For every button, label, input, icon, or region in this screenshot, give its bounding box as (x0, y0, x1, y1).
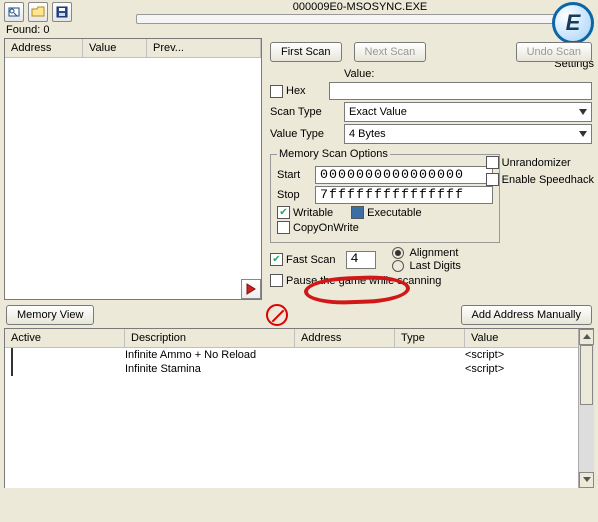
row-value: <script> (465, 363, 594, 375)
scan-type-combo[interactable]: Exact Value (344, 102, 592, 122)
speedhack-checkbox[interactable]: Enable Speedhack (486, 173, 594, 186)
writable-checkbox[interactable]: ✔Writable (277, 206, 333, 219)
scroll-up-icon[interactable] (579, 329, 594, 345)
fast-scan-value[interactable] (346, 251, 376, 269)
results-list[interactable]: Address Value Prev... (4, 38, 262, 300)
row-value: <script> (465, 349, 594, 361)
scan-type-label: Scan Type (270, 106, 340, 118)
scroll-down-icon[interactable] (579, 472, 594, 488)
scan-value-input[interactable] (329, 82, 592, 100)
add-address-manual-button[interactable]: Add Address Manually (461, 305, 592, 325)
table-row[interactable]: Infinite Ammo + No Reload <script> (5, 348, 594, 362)
add-to-list-icon[interactable] (241, 279, 261, 299)
scrollbar-vertical[interactable] (578, 329, 594, 488)
row-desc: Infinite Stamina (125, 363, 295, 375)
open-process-icon[interactable] (4, 2, 24, 22)
row-type (395, 363, 465, 375)
col-value[interactable]: Value (465, 329, 594, 347)
unrandomizer-checkbox[interactable]: Unrandomizer (486, 156, 594, 169)
mem-start-input[interactable] (315, 166, 493, 184)
fast-scan-checkbox[interactable]: ✔Fast Scan (270, 253, 336, 266)
next-scan-button: Next Scan (354, 42, 427, 62)
executable-checkbox[interactable]: Executable (351, 206, 421, 219)
progress-bar (136, 14, 584, 24)
last-digits-radio[interactable]: Last Digits (392, 260, 461, 272)
value-type-label: Value Type (270, 128, 340, 140)
scroll-thumb[interactable] (580, 345, 593, 405)
results-header: Address Value Prev... (5, 39, 261, 58)
active-checkbox[interactable] (11, 362, 13, 376)
undo-scan-button: Undo Scan (516, 42, 592, 62)
col-prev[interactable]: Prev... (147, 39, 261, 57)
row-addr (295, 349, 395, 361)
found-count: Found: 0 (0, 24, 598, 36)
pause-checkbox[interactable]: Pause the game while scanning (270, 274, 441, 287)
col-value[interactable]: Value (83, 39, 147, 57)
col-desc[interactable]: Description (125, 329, 295, 347)
process-title: 000009E0-MSOSYNC.EXE (136, 1, 584, 14)
cheat-table[interactable]: Active Description Address Type Value In… (4, 328, 594, 488)
row-addr (295, 363, 395, 375)
clear-list-icon[interactable] (266, 304, 288, 326)
col-active[interactable]: Active (5, 329, 125, 347)
alignment-radio[interactable]: Alignment (392, 247, 461, 259)
memory-scan-options: Memory Scan Options Start Stop ✔Writable… (270, 148, 500, 243)
col-address[interactable]: Address (5, 39, 83, 57)
memory-view-button[interactable]: Memory View (6, 305, 94, 325)
first-scan-button[interactable]: First Scan (270, 42, 342, 62)
col-type[interactable]: Type (395, 329, 465, 347)
row-type (395, 349, 465, 361)
active-checkbox[interactable] (11, 348, 13, 362)
mem-stop-input[interactable] (315, 186, 493, 204)
save-icon[interactable] (52, 2, 72, 22)
open-file-icon[interactable] (28, 2, 48, 22)
value-type-combo[interactable]: 4 Bytes (344, 124, 592, 144)
copyonwrite-checkbox[interactable]: CopyOnWrite (277, 221, 359, 234)
cheat-table-header: Active Description Address Type Value (5, 329, 594, 348)
col-addr[interactable]: Address (295, 329, 395, 347)
row-desc: Infinite Ammo + No Reload (125, 349, 295, 361)
hex-checkbox[interactable]: Hex (270, 85, 325, 98)
table-row[interactable]: Infinite Stamina <script> (5, 362, 594, 376)
value-label: Value: (344, 68, 374, 80)
